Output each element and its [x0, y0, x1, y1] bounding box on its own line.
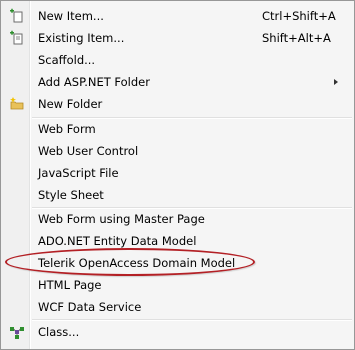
- menu-item-label: Web Form: [38, 122, 96, 136]
- menu-item-new-item[interactable]: New Item... Ctrl+Shift+A: [3, 5, 352, 27]
- menu-item-label: JavaScript File: [38, 166, 119, 180]
- menu-item-label: Style Sheet: [38, 188, 104, 202]
- menu-item-label: Web User Control: [38, 144, 139, 158]
- menu-item-web-user-control[interactable]: Web User Control: [3, 140, 352, 162]
- menu-item-javascript-file[interactable]: JavaScript File: [3, 162, 352, 184]
- menu-item-wcf-data-service[interactable]: WCF Data Service: [3, 296, 352, 318]
- menu-item-label: HTML Page: [38, 278, 102, 292]
- menu-item-label: ADO.NET Entity Data Model: [38, 234, 197, 248]
- menu-item-label: Existing Item...: [38, 31, 125, 45]
- menu-item-scaffold[interactable]: Scaffold...: [3, 49, 352, 71]
- menu-item-html-page[interactable]: HTML Page: [3, 274, 352, 296]
- menu-item-label: New Folder: [38, 97, 103, 111]
- menu-item-label: New Item...: [38, 9, 104, 23]
- menu-item-label: Scaffold...: [38, 53, 96, 67]
- class-icon: [9, 324, 25, 340]
- menu-item-shortcut: Ctrl+Shift+A: [262, 9, 336, 23]
- menu-item-shortcut: Shift+Alt+A: [262, 31, 331, 45]
- menu-item-label: Add ASP.NET Folder: [38, 75, 150, 89]
- submenu-arrow-icon: [334, 79, 338, 85]
- menu-item-adonet-entity-data-model[interactable]: ADO.NET Entity Data Model: [3, 230, 352, 252]
- new-folder-icon: [9, 96, 25, 112]
- menu-item-label: Class...: [38, 325, 80, 339]
- existing-item-icon: [9, 30, 25, 46]
- menu-item-class[interactable]: Class...: [3, 321, 352, 343]
- menu-item-new-folder[interactable]: New Folder: [3, 93, 352, 115]
- menu-item-web-form[interactable]: Web Form: [3, 118, 352, 140]
- menu-item-web-form-master-page[interactable]: Web Form using Master Page: [3, 208, 352, 230]
- menu-item-telerik-openaccess-domain-model[interactable]: Telerik OpenAccess Domain Model: [3, 252, 352, 274]
- menu-item-label: Telerik OpenAccess Domain Model: [38, 256, 236, 270]
- new-item-icon: [9, 8, 25, 24]
- menu-item-add-aspnet-folder[interactable]: Add ASP.NET Folder: [3, 71, 352, 93]
- context-menu: New Item... Ctrl+Shift+A Existing Item..…: [0, 0, 355, 350]
- menu-item-existing-item[interactable]: Existing Item... Shift+Alt+A: [3, 27, 352, 49]
- menu-item-style-sheet[interactable]: Style Sheet: [3, 184, 352, 206]
- menu-item-label: Web Form using Master Page: [38, 212, 205, 226]
- menu-item-label: WCF Data Service: [38, 300, 142, 314]
